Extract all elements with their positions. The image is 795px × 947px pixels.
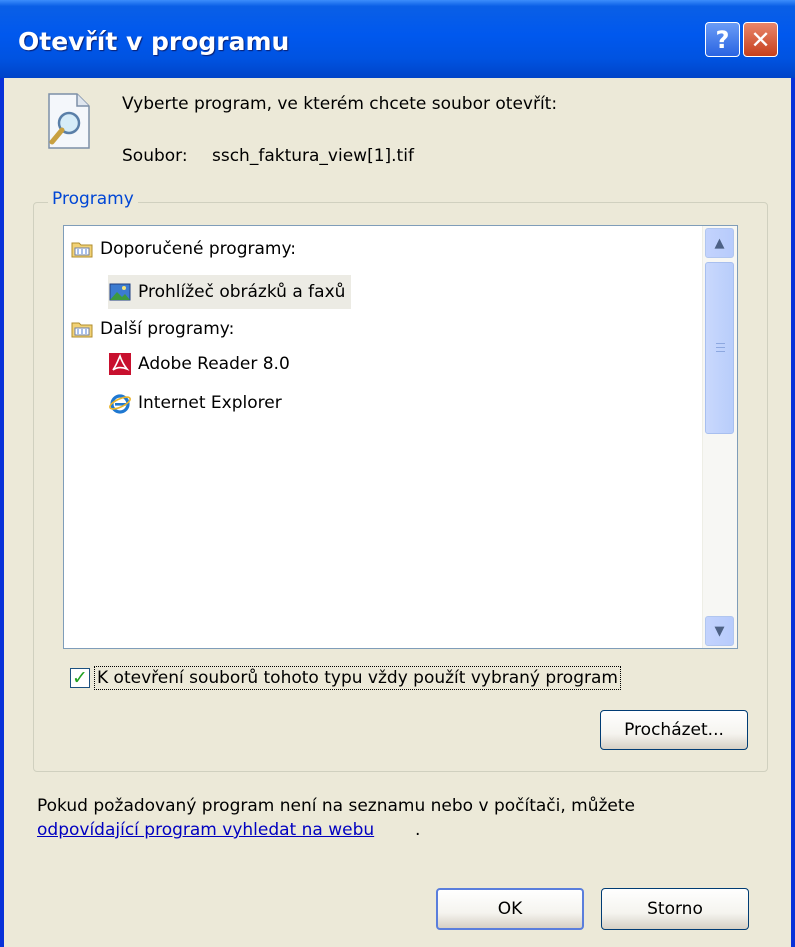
list-item-adobe-reader[interactable]: Adobe Reader 8.0 <box>108 347 290 381</box>
footer-link-suffix: . <box>415 820 421 840</box>
grip-line <box>716 343 725 344</box>
list-group-header-recommended: Doporučené programy: <box>70 232 296 266</box>
list-item-label: Prohlížeč obrázků a faxů <box>138 282 346 302</box>
always-use-checkbox[interactable]: ✓ <box>70 668 90 688</box>
title-bar[interactable]: Otevřít v programu ? ✕ <box>0 0 795 78</box>
image-viewer-icon <box>109 283 131 301</box>
list-item-image-viewer[interactable]: Prohlížeč obrázků a faxů <box>108 275 352 309</box>
program-group-icon <box>71 242 93 258</box>
browse-button[interactable]: Procházet... <box>600 710 748 750</box>
list-scrollbar[interactable]: ▲ ▼ <box>702 226 737 648</box>
list-group-header-other: Další programy: <box>70 312 234 346</box>
file-label: Soubor: <box>122 146 188 166</box>
chevron-up-icon: ▲ <box>714 235 725 251</box>
list-group-label: Další programy: <box>100 319 235 339</box>
adobe-reader-icon <box>109 353 131 375</box>
file-name: ssch_faktura_view[1].tif <box>212 146 414 166</box>
help-button[interactable]: ? <box>705 22 740 57</box>
close-button[interactable]: ✕ <box>743 22 778 57</box>
list-group-label: Doporučené programy: <box>100 239 297 259</box>
cancel-button[interactable]: Storno <box>601 888 749 930</box>
scroll-down-button[interactable]: ▼ <box>705 616 734 646</box>
internet-explorer-icon <box>109 394 131 414</box>
help-icon: ? <box>715 25 730 54</box>
grip-line <box>716 351 725 352</box>
grip-line <box>716 347 725 348</box>
scroll-thumb[interactable] <box>705 262 734 434</box>
chevron-down-icon: ▼ <box>714 623 725 639</box>
checkmark-icon: ✓ <box>72 666 88 689</box>
list-item-internet-explorer[interactable]: Internet Explorer <box>108 386 282 420</box>
programs-group-label: Programy <box>48 189 138 209</box>
list-item-label: Internet Explorer <box>138 393 282 413</box>
ok-button[interactable]: OK <box>436 888 584 930</box>
scroll-up-button[interactable]: ▲ <box>705 228 734 258</box>
window-title: Otevřít v programu <box>18 27 290 56</box>
always-use-label[interactable]: K otevření souborů tohoto typu vždy použ… <box>94 666 621 690</box>
program-list[interactable]: Doporučené programy: Prohlížeč obrázků a… <box>63 225 738 649</box>
close-icon: ✕ <box>750 25 771 54</box>
prompt-text: Vyberte program, ve kterém chcete soubor… <box>122 94 558 114</box>
footer-text: Pokud požadovaný program není na seznamu… <box>37 796 636 816</box>
search-web-link[interactable]: odpovídající program vyhledat na webu <box>37 820 374 840</box>
always-use-checkbox-row[interactable]: ✓ K otevření souborů tohoto typu vždy po… <box>70 666 621 690</box>
file-search-icon <box>48 93 90 149</box>
list-item-label: Adobe Reader 8.0 <box>138 354 290 374</box>
program-group-icon <box>71 322 93 338</box>
